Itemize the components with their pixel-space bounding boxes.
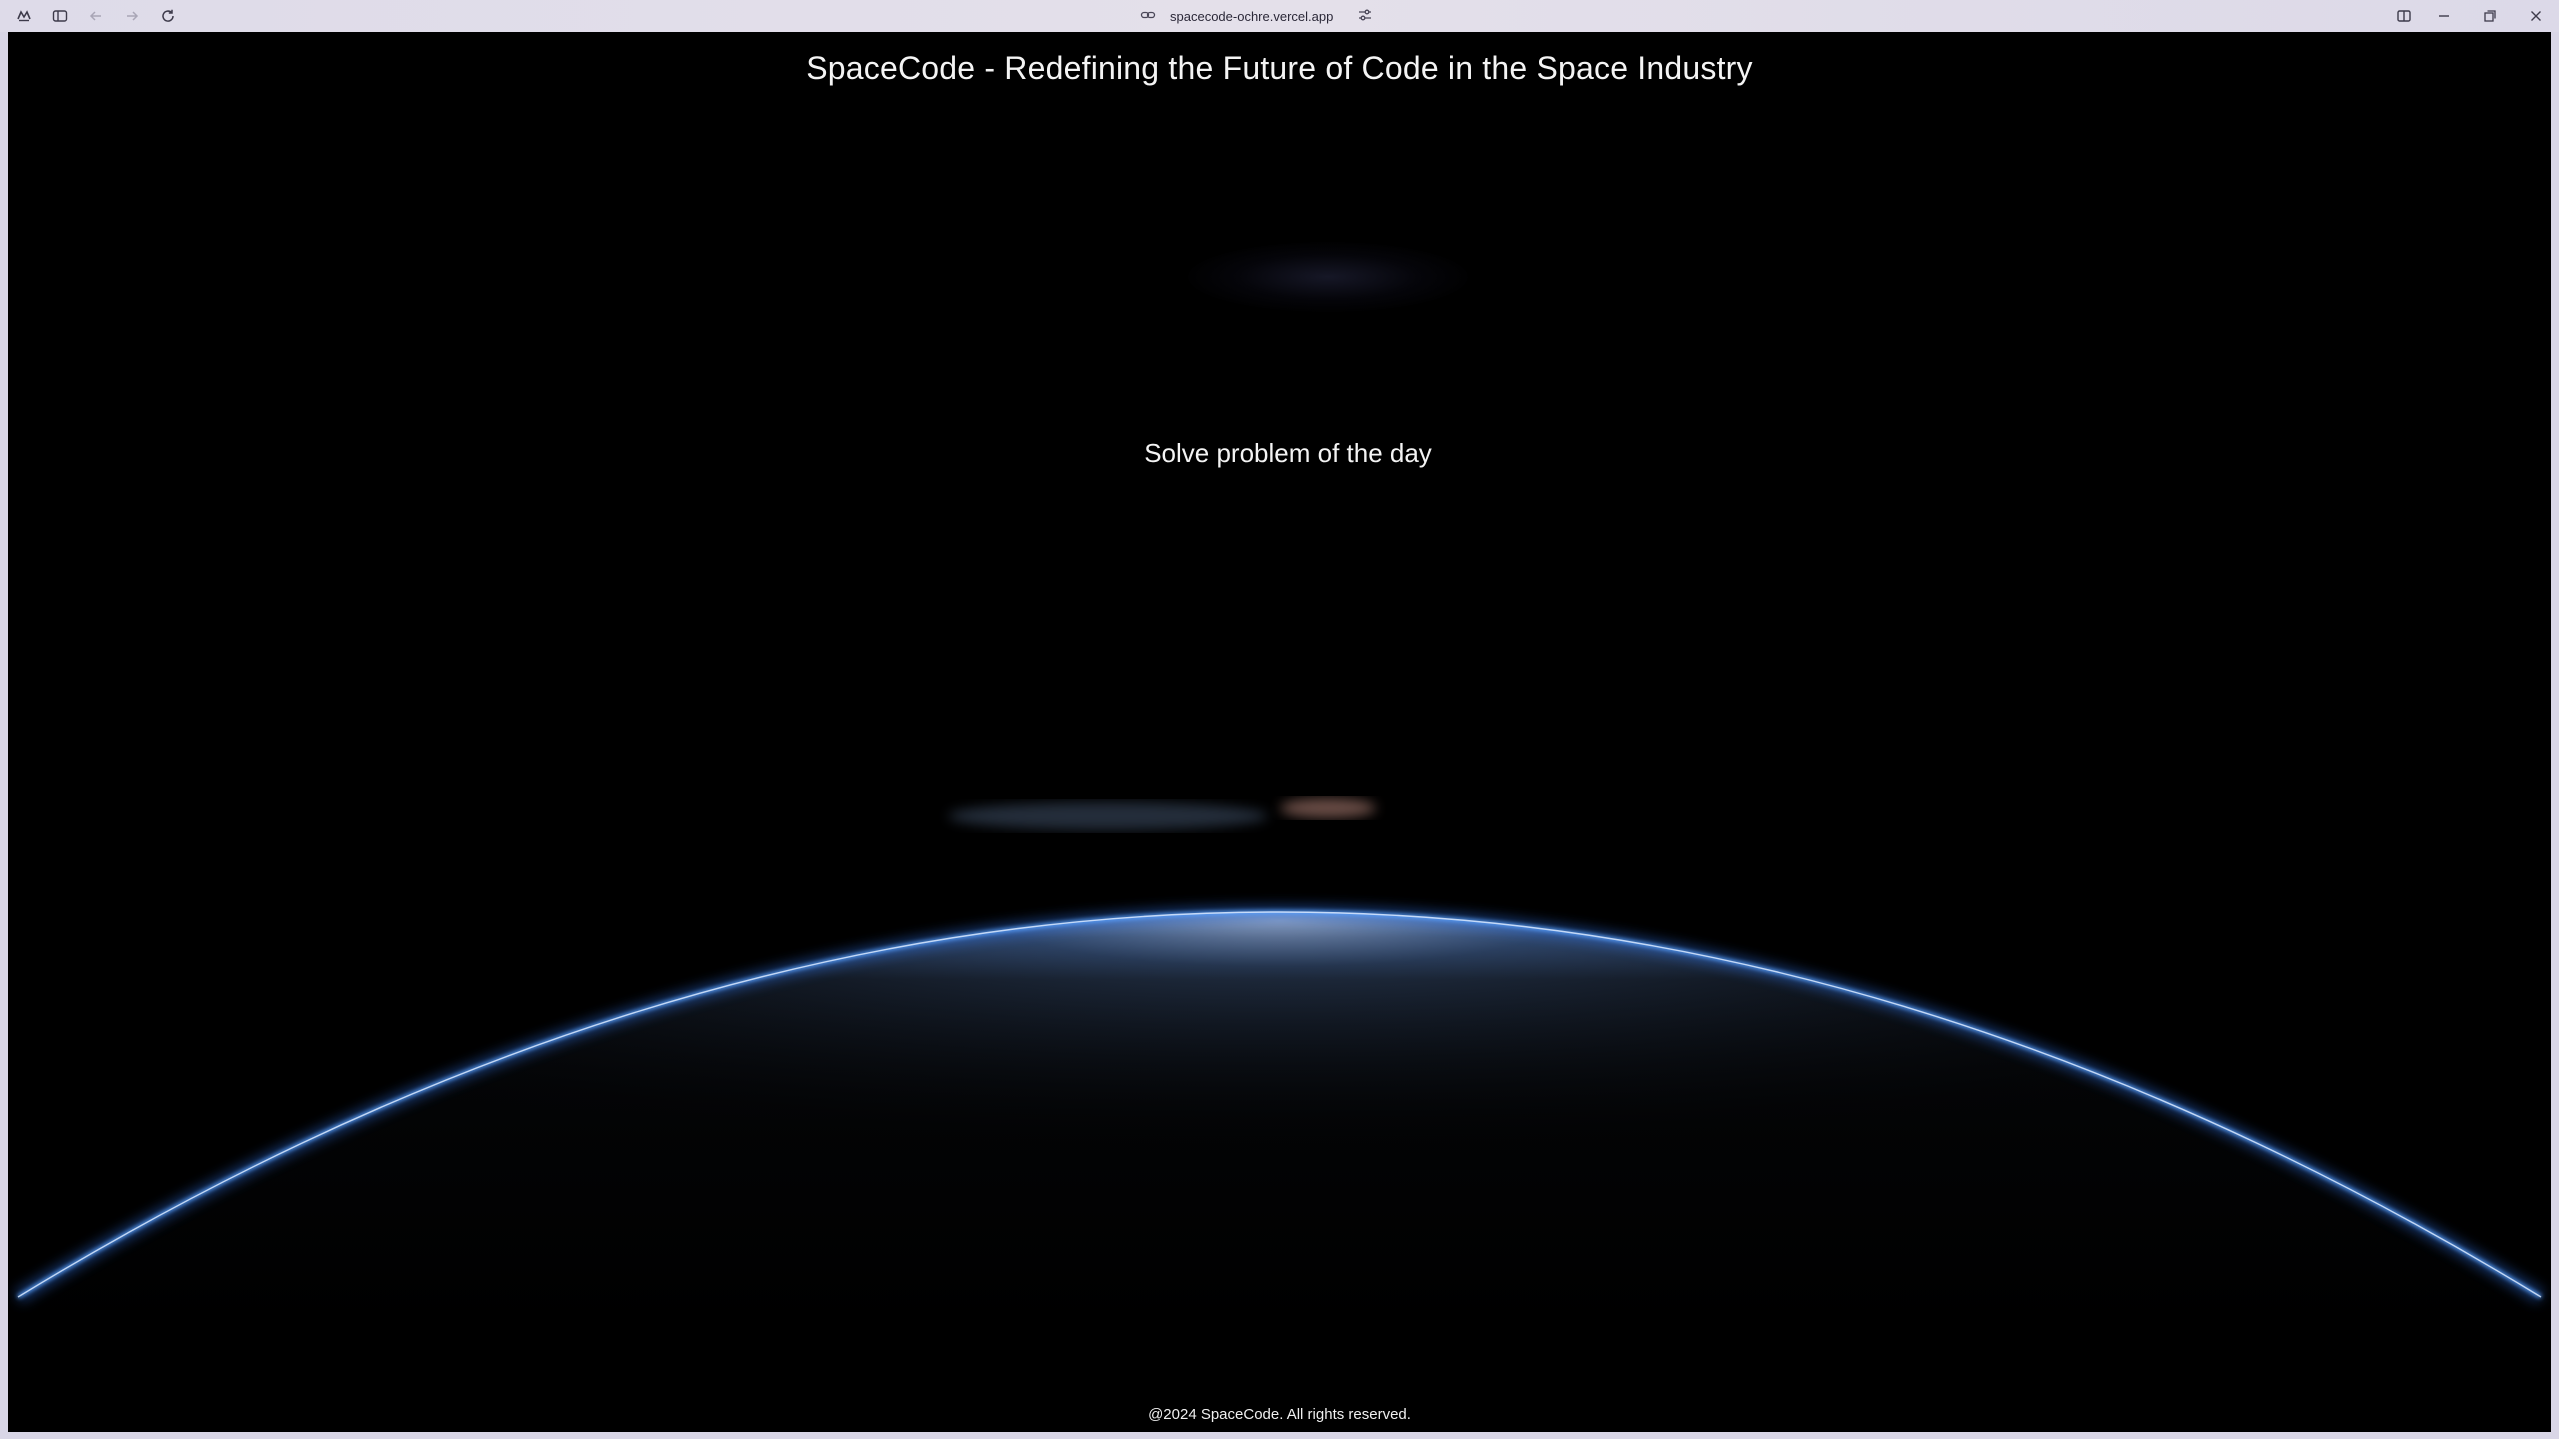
nebula-glow — [1188, 242, 1468, 312]
link-icon — [1140, 7, 1156, 26]
page-viewport: SpaceCode - Redefining the Future of Cod… — [8, 32, 2551, 1432]
sidebar-toggle-icon[interactable] — [48, 4, 72, 28]
address-bar[interactable]: spacecode-ochre.vercel.app — [1140, 4, 1373, 28]
solve-problem-link[interactable]: Solve problem of the day — [1038, 428, 1538, 478]
reload-icon[interactable] — [156, 4, 180, 28]
forward-arrow-icon[interactable] — [120, 4, 144, 28]
browser-toolbar: spacecode-ochre.vercel.app — [0, 0, 2559, 32]
restore-icon[interactable] — [2478, 4, 2502, 28]
close-icon[interactable] — [2524, 4, 2548, 28]
minimize-icon[interactable] — [2432, 4, 2456, 28]
site-settings-icon[interactable] — [1357, 7, 1373, 26]
browser-menu-icon[interactable] — [12, 4, 36, 28]
back-arrow-icon[interactable] — [84, 4, 108, 28]
split-view-icon[interactable] — [2392, 4, 2416, 28]
url-text[interactable]: spacecode-ochre.vercel.app — [1166, 9, 1347, 24]
footer-copyright: @2024 SpaceCode. All rights reserved. — [1148, 1406, 1411, 1423]
earth-horizon-image — [8, 798, 2551, 1332]
page-title: SpaceCode - Redefining the Future of Cod… — [806, 50, 1753, 86]
